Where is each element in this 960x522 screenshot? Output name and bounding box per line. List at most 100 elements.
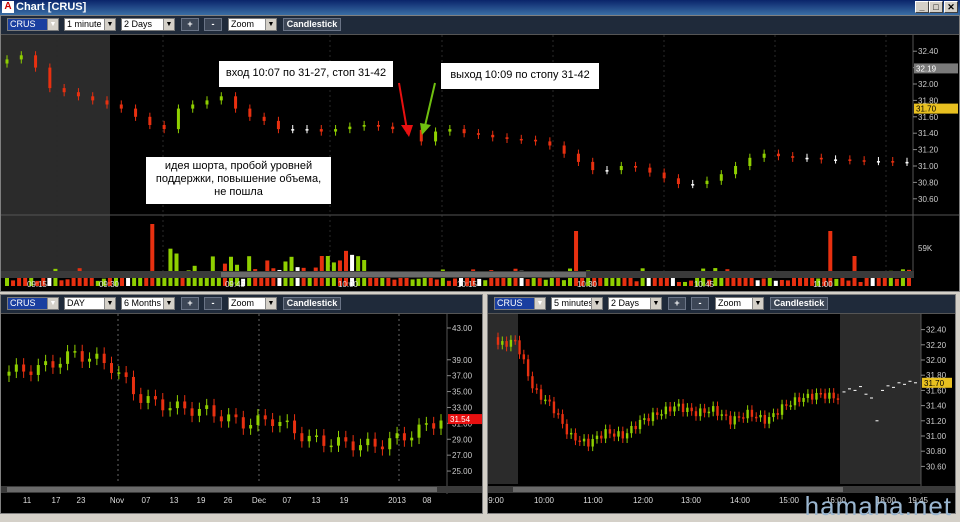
interval-select[interactable]: 1 minute ▼ [64, 18, 116, 31]
volume-bar [598, 276, 603, 286]
candle-body [905, 161, 909, 164]
afterhours-shade [840, 314, 921, 484]
right-chart-canvas[interactable]: 32.4032.2032.0031.8031.6031.4031.2031.00… [488, 314, 955, 513]
volume-bar [398, 277, 403, 286]
volume-bar [422, 277, 427, 286]
time-tick-label: 12:00 [633, 496, 654, 505]
price-tick-label: 32.00 [926, 356, 947, 365]
maximize-button[interactable]: □ [929, 1, 943, 13]
candle-body [329, 445, 333, 448]
candle-body [569, 432, 573, 435]
candle-body [176, 108, 180, 130]
candle-body [119, 104, 123, 109]
candle-body [205, 405, 209, 409]
candle-body [724, 414, 728, 416]
candle-body [334, 129, 338, 132]
zoom-in-button[interactable]: + [181, 18, 199, 31]
time-tick-label: 13 [312, 496, 321, 505]
candle-body [262, 116, 266, 121]
right-chart-panel: CRUS ▼ 5 minutes ▼ 2 Days ▼ + - Zoom ▼ Candl… [487, 294, 956, 514]
candle-body [402, 433, 406, 441]
candlestick-button[interactable]: Candlestick [770, 297, 828, 310]
price-tick-label: 30.60 [926, 462, 947, 471]
candle-body [514, 339, 517, 342]
candle-body [249, 425, 253, 429]
interval-select[interactable]: DAY ▼ [64, 297, 116, 310]
volume-bar [858, 281, 863, 286]
candle-body [491, 134, 495, 138]
candle-body [737, 416, 741, 418]
candle-body [197, 408, 201, 416]
candle-body [183, 401, 187, 409]
candle-body [705, 180, 709, 185]
range-select[interactable]: 2 Days ▼ [121, 18, 175, 31]
left-chart-canvas[interactable]: 43.0039.0037.0035.0033.0031.0029.0027.00… [1, 314, 482, 513]
interval-select[interactable]: 5 minutes ▼ [551, 297, 603, 310]
candle-body [62, 88, 66, 93]
candle-body [664, 406, 668, 415]
exit-note: выход 10:09 по стопу 31-42 [441, 63, 599, 89]
close-button[interactable]: ✕ [944, 1, 958, 13]
range-select[interactable]: 2 Days ▼ [608, 297, 662, 310]
candle-body [348, 126, 352, 130]
candle-body [613, 433, 616, 437]
volume-bar [11, 280, 16, 286]
time-tick-label: 10:00 [534, 496, 555, 505]
candle-body [146, 396, 150, 403]
candle-body [548, 399, 551, 402]
volume-bar [525, 279, 530, 286]
candle-body [876, 161, 880, 163]
zoom-out-button[interactable]: - [204, 18, 222, 31]
candle-body [366, 438, 370, 446]
candle-body [344, 437, 348, 442]
volume-bar [144, 277, 149, 286]
symbol-select[interactable]: CRUS ▼ [7, 297, 59, 310]
candle-body [505, 137, 509, 139]
candle-body [815, 392, 818, 400]
symbol-select[interactable]: CRUS ▼ [494, 297, 546, 310]
candle-body [746, 409, 749, 419]
candle-body [648, 167, 652, 173]
price-tick-label: 31.00 [926, 432, 947, 441]
minimize-button[interactable]: _ [915, 1, 929, 13]
zoom-out-button[interactable]: - [204, 297, 222, 310]
zoom-select[interactable]: Zoom ▼ [715, 297, 764, 310]
top-toolbar: CRUS ▼ 1 minute ▼ 2 Days ▼ + - Zoom ▼ Candle… [1, 16, 959, 35]
candle-body [578, 440, 581, 443]
zoom-in-button[interactable]: + [181, 297, 199, 310]
zoom-select[interactable]: Zoom ▼ [228, 18, 277, 31]
candle-body [690, 407, 693, 412]
zoom-select[interactable]: Zoom ▼ [228, 297, 277, 310]
candle-body [293, 420, 297, 434]
candle-body [561, 414, 564, 424]
candle-body [505, 341, 508, 347]
volume-bar [561, 280, 566, 286]
zoom-in-button[interactable]: + [668, 297, 686, 310]
price-tick-label: 32.00 [918, 80, 939, 89]
candlestick-button[interactable]: Candlestick [283, 297, 341, 310]
candle-body [557, 413, 560, 415]
volume-bar [894, 278, 899, 286]
price-tick-label: 31.20 [918, 146, 939, 155]
candle-body [798, 397, 801, 402]
candle-body [810, 393, 814, 400]
zoom-out-button[interactable]: - [691, 297, 709, 310]
time-tick-label: 26 [224, 496, 233, 505]
time-tick-label: 2013 [388, 496, 406, 505]
candle-body [212, 405, 216, 417]
candle-body [619, 166, 623, 171]
left-toolbar: CRUS ▼ DAY ▼ 6 Months ▼ + - Zoom ▼ Candlesti… [1, 295, 482, 314]
volume-bar [174, 253, 179, 286]
price-tag-gray-label: 32.19 [916, 64, 937, 73]
price-tick-label: 25.00 [452, 467, 473, 476]
volume-bar [604, 276, 609, 286]
candle-body [660, 414, 663, 416]
range-select[interactable]: 6 Months ▼ [121, 297, 175, 310]
candle-body [373, 438, 377, 447]
candle-body [139, 394, 143, 403]
symbol-select[interactable]: CRUS ▼ [7, 18, 59, 31]
time-tick-label: 10:15 [457, 280, 478, 289]
candle-body [819, 157, 823, 160]
candlestick-button[interactable]: Candlestick [283, 18, 341, 31]
candle-body [759, 414, 762, 418]
